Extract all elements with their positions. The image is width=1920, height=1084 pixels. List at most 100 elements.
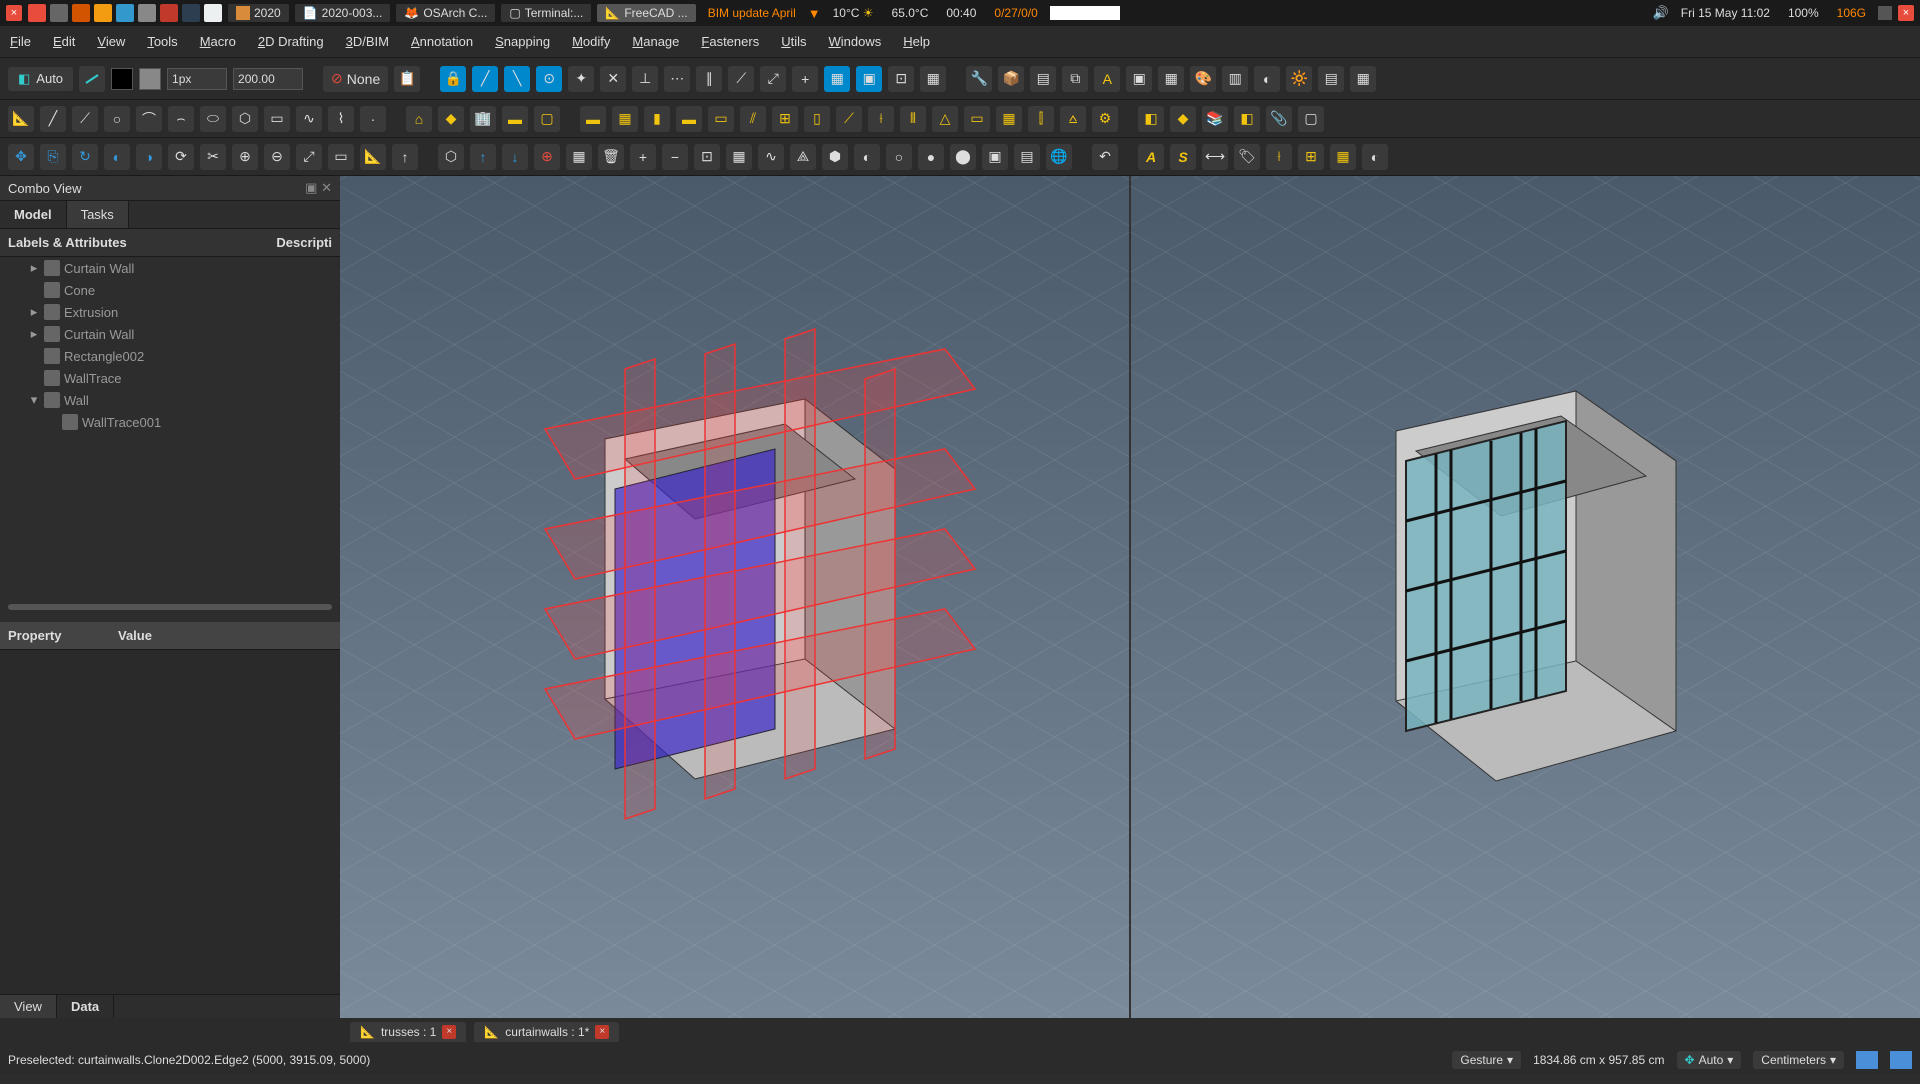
- launcher-icon[interactable]: [160, 4, 178, 22]
- copy-button[interactable]: ⎘: [40, 144, 66, 170]
- launcher-icon[interactable]: [72, 4, 90, 22]
- menu-edit[interactable]: Edit: [53, 34, 75, 49]
- tool-button[interactable]: ●: [918, 144, 944, 170]
- scale-button[interactable]: ⤢: [296, 144, 322, 170]
- bim-update-label[interactable]: BIM update April: [702, 6, 802, 20]
- diff-button[interactable]: ◐: [854, 144, 880, 170]
- tree-item[interactable]: ▸Curtain Wall: [0, 323, 340, 345]
- menu-windows[interactable]: Windows: [829, 34, 882, 49]
- dropdown-icon[interactable]: ▼: [808, 6, 821, 21]
- tool-button[interactable]: 📦: [998, 66, 1024, 92]
- working-plane-button[interactable]: ⊘None: [323, 66, 388, 92]
- 3d-viewport-right[interactable]: [1129, 176, 1920, 1018]
- tab-data[interactable]: Data: [57, 995, 114, 1018]
- slab-button[interactable]: ▭: [708, 106, 734, 132]
- snap-grid-button[interactable]: ▦: [824, 66, 850, 92]
- snap-near-button[interactable]: ⤢: [760, 66, 786, 92]
- taskbar-item[interactable]: 🦊OSArch C...: [396, 4, 495, 22]
- wall-button[interactable]: ▬: [580, 106, 606, 132]
- polygon-button[interactable]: ⬡: [232, 106, 258, 132]
- arc-button[interactable]: ⌒: [136, 106, 162, 132]
- rotate-button[interactable]: ↻: [72, 144, 98, 170]
- tool-button[interactable]: 🗑: [598, 144, 624, 170]
- snap-endpoint-button[interactable]: ╱: [472, 66, 498, 92]
- taskbar-item[interactable]: 2020: [228, 4, 289, 22]
- mirror-button[interactable]: ⟁: [790, 144, 816, 170]
- door-button[interactable]: ▯: [804, 106, 830, 132]
- tree-item[interactable]: WallTrace: [0, 367, 340, 389]
- tool-button[interactable]: ⬡: [438, 144, 464, 170]
- doc-tab[interactable]: 📐curtainwalls : 1*×: [474, 1022, 619, 1042]
- arc3p-button[interactable]: ⌢: [168, 106, 194, 132]
- frame-button[interactable]: ▦: [996, 106, 1022, 132]
- rectangle-button[interactable]: ▭: [264, 106, 290, 132]
- upgrade-button[interactable]: ↑: [392, 144, 418, 170]
- doc-tab[interactable]: 📐trusses : 1×: [350, 1022, 466, 1042]
- tree-item[interactable]: Rectangle002: [0, 345, 340, 367]
- scrollbar[interactable]: [8, 604, 332, 610]
- window-button[interactable]: ⊞: [772, 106, 798, 132]
- cut-button[interactable]: −: [662, 144, 688, 170]
- tool-button[interactable]: ▣: [1126, 66, 1152, 92]
- sectionplane-button[interactable]: ▦: [1330, 144, 1356, 170]
- tab-tasks[interactable]: Tasks: [67, 201, 129, 228]
- snap-angle-button[interactable]: ✦: [568, 66, 594, 92]
- launcher-icon[interactable]: [116, 4, 134, 22]
- tray-close-icon[interactable]: ×: [1898, 5, 1914, 21]
- column-button[interactable]: ▮: [644, 106, 670, 132]
- split-button[interactable]: ⊖: [264, 144, 290, 170]
- building-button[interactable]: 🏢: [470, 106, 496, 132]
- draft2sketch-button[interactable]: 📐: [360, 144, 386, 170]
- grid-button[interactable]: ⊞: [1298, 144, 1324, 170]
- menu-fasteners[interactable]: Fasteners: [701, 34, 759, 49]
- pipe-connector-button[interactable]: ⟊: [868, 106, 894, 132]
- tab-model[interactable]: Model: [0, 201, 67, 228]
- tool-button[interactable]: ⧉: [1062, 66, 1088, 92]
- wire-button[interactable]: ⟋: [72, 106, 98, 132]
- site-button[interactable]: ◆: [438, 106, 464, 132]
- beam-button[interactable]: ▬: [676, 106, 702, 132]
- close-icon[interactable]: ✕: [321, 180, 332, 195]
- stairs-button[interactable]: ⦀: [900, 106, 926, 132]
- library-button[interactable]: 📚: [1202, 106, 1228, 132]
- tree-item[interactable]: WallTrace001: [0, 411, 340, 433]
- tool-button[interactable]: ◐: [1254, 66, 1280, 92]
- tool-icon[interactable]: 📋: [394, 66, 420, 92]
- tool-button[interactable]: 🎨: [1190, 66, 1216, 92]
- tool-button[interactable]: ▦: [566, 144, 592, 170]
- undock-icon[interactable]: ▣: [305, 180, 317, 195]
- taskbar-item[interactable]: ▢Terminal:...: [501, 4, 591, 22]
- snap-intersection-button[interactable]: ✕: [600, 66, 626, 92]
- line-color-swatch[interactable]: [139, 68, 161, 90]
- taskbar-item[interactable]: 📄2020-003...: [295, 4, 391, 22]
- volume-icon[interactable]: 🔊: [1653, 5, 1669, 21]
- tool-button[interactable]: ▣: [982, 144, 1008, 170]
- grid-toggle-button[interactable]: ▦: [920, 66, 946, 92]
- bezier-button[interactable]: ⌇: [328, 106, 354, 132]
- compound-button[interactable]: ⊡: [694, 144, 720, 170]
- launcher-icon[interactable]: [138, 4, 156, 22]
- snap-lock-button[interactable]: 🔒: [440, 66, 466, 92]
- tool-button[interactable]: 🔧: [966, 66, 992, 92]
- offset-button[interactable]: ⟳: [168, 144, 194, 170]
- auto-dropdown[interactable]: ✥ Auto ▾: [1677, 1051, 1742, 1069]
- launcher-icon[interactable]: [50, 4, 68, 22]
- pipe-button[interactable]: ⟋: [836, 106, 862, 132]
- menu-help[interactable]: Help: [903, 34, 930, 49]
- workbench-selector[interactable]: ◧Auto: [8, 67, 73, 91]
- tool-button[interactable]: ↓: [502, 144, 528, 170]
- snap-perpendicular-button[interactable]: ⊥: [632, 66, 658, 92]
- extrude-button[interactable]: ⬢: [822, 144, 848, 170]
- close-icon[interactable]: ×: [442, 1025, 456, 1039]
- close-icon[interactable]: ×: [6, 5, 22, 21]
- face-color-swatch[interactable]: [111, 68, 133, 90]
- tree-item[interactable]: ▾Wall: [0, 389, 340, 411]
- menu-view[interactable]: View: [97, 34, 125, 49]
- menu-utils[interactable]: Utils: [781, 34, 806, 49]
- bspline-button[interactable]: ∿: [296, 106, 322, 132]
- tool-button[interactable]: 🔆: [1286, 66, 1312, 92]
- menu-2d-drafting[interactable]: 2D Drafting: [258, 34, 324, 49]
- label-button[interactable]: 🏷: [1234, 144, 1260, 170]
- panel-button[interactable]: ▭: [964, 106, 990, 132]
- fuse-button[interactable]: +: [630, 144, 656, 170]
